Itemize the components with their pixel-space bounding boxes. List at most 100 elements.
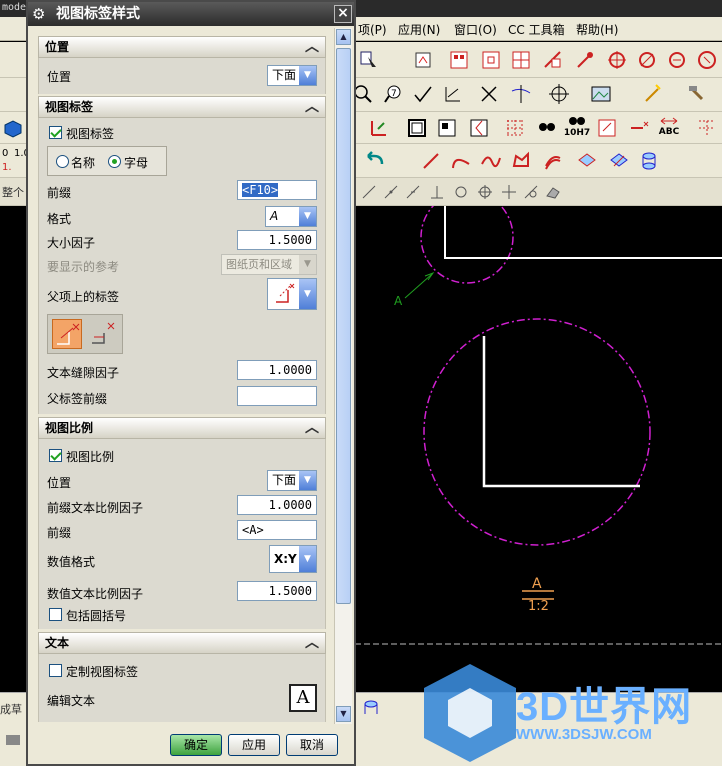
arc-center-icon[interactable] bbox=[664, 48, 690, 72]
prefix-scale-field[interactable]: 1.0000 bbox=[237, 495, 317, 515]
whole-label: 整个 bbox=[2, 186, 24, 199]
cube-icon[interactable] bbox=[0, 116, 26, 140]
break-view-icon[interactable] bbox=[466, 116, 492, 140]
position-dropdown[interactable]: 下面 ▼ bbox=[267, 65, 317, 86]
section-header-position[interactable]: 位置 ︿ bbox=[38, 36, 326, 58]
style-option-2[interactable] bbox=[88, 319, 118, 349]
status-icon bbox=[0, 728, 26, 752]
scale-prefix-field[interactable]: <A> bbox=[237, 520, 317, 540]
scroll-thumb[interactable] bbox=[336, 48, 351, 604]
parent-prefix-field[interactable] bbox=[237, 386, 317, 406]
size-factor-field[interactable]: 1.5000 bbox=[237, 230, 317, 250]
angle-icon[interactable] bbox=[440, 82, 466, 106]
snap-quadrant-icon[interactable] bbox=[472, 180, 498, 204]
hammer-icon[interactable] bbox=[684, 82, 710, 106]
circle-center-icon[interactable] bbox=[604, 48, 630, 72]
num-scale-field[interactable]: 1.5000 bbox=[237, 581, 317, 601]
svg-text:7: 7 bbox=[391, 89, 397, 99]
chevron-down-icon: ▼ bbox=[299, 471, 316, 490]
search-number-icon[interactable]: 7 bbox=[380, 82, 406, 106]
spline-icon[interactable] bbox=[478, 149, 504, 173]
format-dropdown[interactable]: A ▼ bbox=[265, 206, 317, 227]
apply-button[interactable]: 应用 bbox=[228, 734, 280, 756]
parens-checkbox[interactable] bbox=[49, 608, 62, 621]
magic-wand-icon[interactable] bbox=[640, 82, 666, 106]
bolt-circle-icon[interactable] bbox=[634, 48, 660, 72]
dimension-grid-icon[interactable] bbox=[502, 116, 528, 140]
border-icon[interactable] bbox=[404, 116, 430, 140]
dialog-scrollbar[interactable]: ▲ ▼ bbox=[334, 28, 352, 724]
surface-finish-icon[interactable] bbox=[534, 116, 560, 140]
snap-face-icon[interactable] bbox=[540, 180, 566, 204]
menu-item-application[interactable]: 应用(N) bbox=[398, 21, 440, 38]
section-header-view-scale[interactable]: 视图比例 ︿ bbox=[38, 417, 326, 439]
ref-dropdown[interactable]: 图纸页和区域 ▼ bbox=[221, 254, 317, 275]
dialog-title: 视图标签样式 bbox=[56, 6, 140, 22]
section-header-text[interactable]: 文本 ︿ bbox=[38, 632, 326, 654]
image-icon[interactable] bbox=[588, 82, 614, 106]
text-gap-field[interactable]: 1.0000 bbox=[237, 360, 317, 380]
edit-text-button[interactable]: A bbox=[289, 684, 317, 712]
project-icon[interactable] bbox=[574, 149, 600, 173]
bottom-cylinder-icon[interactable] bbox=[358, 697, 384, 721]
shape-icon[interactable] bbox=[508, 149, 534, 173]
custom-label-checkbox[interactable] bbox=[49, 664, 62, 677]
projected-view-icon[interactable] bbox=[478, 48, 504, 72]
base-view-icon[interactable] bbox=[508, 48, 534, 72]
symmetric-center-icon[interactable] bbox=[694, 48, 720, 72]
detail-view-icon[interactable] bbox=[540, 48, 566, 72]
menu-item-help[interactable]: 帮助(H) bbox=[576, 21, 618, 38]
datum-target-icon[interactable] bbox=[626, 116, 652, 140]
section-body-view-label: 视图标签 名称 字母 前缀 <F10> 格式 A ▼ 大小因子 1.5000 要… bbox=[38, 118, 326, 414]
parent-label-style-icon bbox=[276, 283, 295, 303]
select-icon[interactable] bbox=[356, 48, 382, 72]
num-format-value: X:Y bbox=[274, 552, 297, 566]
prefix-value: <F10> bbox=[242, 183, 279, 197]
weld-symbol-icon[interactable] bbox=[594, 116, 620, 140]
radio-letter[interactable] bbox=[108, 155, 121, 168]
gear-icon[interactable]: ⚙ bbox=[32, 5, 50, 23]
close-button[interactable]: × bbox=[334, 5, 352, 23]
text-annotation-icon[interactable]: ABC bbox=[656, 114, 682, 138]
section-header-view-label[interactable]: 视图标签 ︿ bbox=[38, 96, 326, 118]
menu-item-window[interactable]: 窗口(O) bbox=[454, 21, 497, 38]
table-icon[interactable] bbox=[694, 116, 720, 140]
scale-position-dropdown[interactable]: 下面 ▼ bbox=[267, 470, 317, 491]
cross-icon[interactable] bbox=[476, 82, 502, 106]
cancel-button[interactable]: 取消 bbox=[286, 734, 338, 756]
position-label: 位置 bbox=[47, 70, 72, 84]
menu-item-project[interactable]: 项(P) bbox=[358, 21, 387, 38]
view-scale-checkbox[interactable] bbox=[49, 449, 62, 462]
target-icon[interactable] bbox=[546, 82, 572, 106]
new-sheet-icon[interactable] bbox=[410, 48, 436, 72]
snap-center-icon[interactable] bbox=[448, 180, 474, 204]
offset-icon[interactable] bbox=[540, 149, 566, 173]
label-with-leader-icon bbox=[57, 323, 80, 345]
check-icon[interactable] bbox=[410, 82, 436, 106]
cylinder-icon[interactable] bbox=[636, 149, 662, 173]
prefix-field[interactable]: <F10> bbox=[237, 180, 317, 200]
section-line-icon[interactable] bbox=[572, 48, 598, 72]
scroll-up-icon[interactable]: ▲ bbox=[336, 29, 351, 45]
ok-button[interactable]: 确定 bbox=[170, 734, 222, 756]
origin-icon[interactable] bbox=[366, 116, 392, 140]
snap-point-icon[interactable] bbox=[400, 180, 426, 204]
menu-item-cc-toolbox[interactable]: CC 工具箱 bbox=[508, 21, 565, 38]
snap-perp-icon[interactable] bbox=[424, 180, 450, 204]
scroll-down-icon[interactable]: ▼ bbox=[336, 706, 351, 722]
extract-icon[interactable] bbox=[606, 149, 632, 173]
view-boundary-icon[interactable] bbox=[434, 116, 460, 140]
arc-icon[interactable] bbox=[448, 149, 474, 173]
line-icon[interactable] bbox=[418, 149, 444, 173]
grid-view-icon[interactable] bbox=[446, 48, 472, 72]
radio-name[interactable] bbox=[56, 155, 69, 168]
watermark: 3D世界网 WWW.3DSJW.COM bbox=[420, 660, 720, 766]
intersection-icon[interactable] bbox=[508, 82, 534, 106]
undo-icon[interactable] bbox=[362, 149, 388, 173]
num-format-dropdown[interactable]: X:Y ▼ bbox=[269, 545, 317, 573]
dialog-title-bar[interactable]: 视图标签样式 bbox=[28, 2, 354, 26]
style-option-selected[interactable] bbox=[52, 319, 82, 349]
parent-label-dropdown[interactable]: ▼ bbox=[267, 278, 317, 310]
fit-tolerance-icon[interactable]: 10H7 bbox=[564, 114, 590, 138]
view-label-checkbox[interactable] bbox=[49, 126, 62, 139]
